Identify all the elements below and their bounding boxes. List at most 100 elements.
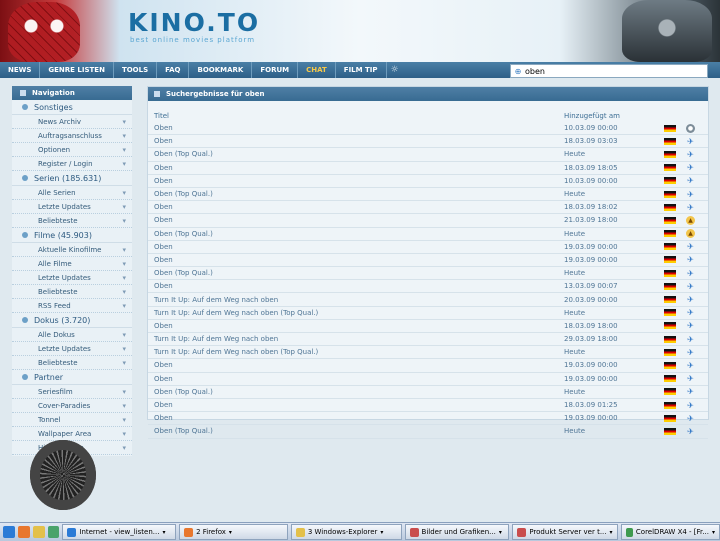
result-row[interactable]: Oben (Top Qual.) Heute ✈: [148, 188, 708, 202]
sidebar-item[interactable]: Optionen ▾: [12, 143, 132, 157]
sidebar-item[interactable]: Beliebteste ▾: [12, 285, 132, 299]
sidebar-item[interactable]: Letzte Updates ▾: [12, 271, 132, 285]
result-title-link[interactable]: Oben: [148, 322, 564, 330]
sidebar-section[interactable]: Filme (45.903): [12, 228, 132, 243]
sidebar-item[interactable]: Alle Serien ▾: [12, 186, 132, 200]
result-title-link[interactable]: Oben: [148, 203, 564, 211]
nav-forum[interactable]: FORUM: [252, 62, 299, 78]
result-title-link[interactable]: Turn It Up: Auf dem Weg nach oben (Top Q…: [148, 348, 564, 356]
result-row[interactable]: Oben 19.03.09 00:00 ✈: [148, 359, 708, 373]
result-row[interactable]: Oben 13.03.09 00:07 ✈: [148, 280, 708, 294]
result-title-link[interactable]: Oben: [148, 216, 564, 224]
result-title-link[interactable]: Oben: [148, 256, 564, 264]
sidebar-section[interactable]: Dokus (3.720): [12, 313, 132, 328]
result-row[interactable]: Oben (Top Qual.) Heute ✈: [148, 425, 708, 439]
bullet-icon: [22, 232, 28, 238]
search-box[interactable]: ⊕ oben: [510, 64, 708, 78]
result-title-link[interactable]: Oben (Top Qual.): [148, 269, 564, 277]
result-title-link[interactable]: Oben: [148, 375, 564, 383]
result-title-link[interactable]: Oben (Top Qual.): [148, 190, 564, 198]
taskbar-button[interactable]: Internet - view_listen... ▾: [62, 524, 177, 540]
result-row[interactable]: Oben 21.03.09 18:00 ▲: [148, 214, 708, 228]
sidebar-section[interactable]: Serien (185.631): [12, 171, 132, 186]
sidebar: Navigation Sonstiges News Archiv ▾ Auftrags…: [12, 86, 132, 456]
result-row[interactable]: Oben 18.03.09 18:02 ✈: [148, 201, 708, 215]
result-title-link[interactable]: Oben: [148, 124, 564, 132]
result-row[interactable]: Oben (Top Qual.) Heute ✈: [148, 267, 708, 281]
sidebar-item[interactable]: Auftragsanschluss ▾: [12, 129, 132, 143]
result-row[interactable]: Oben 19.03.09 00:00 ✈: [148, 412, 708, 426]
nav-genre-listen[interactable]: GENRE LISTEN: [40, 62, 114, 78]
sidebar-item[interactable]: Letzte Updates ▾: [12, 200, 132, 214]
sidebar-item[interactable]: Wallpaper Area ▾: [12, 427, 132, 441]
taskbar-button[interactable]: Bilder und Grafiken... ▾: [404, 524, 510, 540]
sidebar-item[interactable]: Aktuelle Kinofilme ▾: [12, 243, 132, 257]
sidebar-item[interactable]: RSS Feed ▾: [12, 299, 132, 313]
result-title-link[interactable]: Oben: [148, 137, 564, 145]
result-row[interactable]: Turn It Up: Auf dem Weg nach oben 29.03.0…: [148, 333, 708, 347]
result-row[interactable]: Oben 19.03.09 00:00 ✈: [148, 254, 708, 268]
column-title[interactable]: Titel: [148, 112, 564, 120]
nav-chat[interactable]: CHAT: [298, 62, 336, 78]
result-title-link[interactable]: Oben (Top Qual.): [148, 150, 564, 158]
result-row[interactable]: Oben 18.03.09 18:00 ✈: [148, 320, 708, 333]
sidebar-item[interactable]: Beliebteste ▾: [12, 214, 132, 228]
result-title-link[interactable]: Oben: [148, 414, 564, 422]
taskbar-button[interactable]: 2 Firefox ▾: [179, 524, 288, 540]
result-title-link[interactable]: Turn It Up: Auf dem Weg nach oben: [148, 335, 564, 343]
taskbar-button[interactable]: 3 Windows-Explorer ▾: [290, 524, 402, 540]
chevron-down-icon: ▾: [122, 245, 126, 254]
result-title-link[interactable]: Oben: [148, 282, 564, 290]
result-title-link[interactable]: Oben: [148, 401, 564, 409]
desktop-quicklaunch-icon[interactable]: [47, 526, 60, 538]
result-row[interactable]: Oben (Top Qual.) Heute ✈: [148, 148, 708, 162]
sidebar-item[interactable]: News Archiv ▾: [12, 115, 132, 129]
result-row[interactable]: Turn It Up: Auf dem Weg nach oben 20.03.0…: [148, 293, 708, 307]
sidebar-item[interactable]: Register / Login ▾: [12, 157, 132, 171]
sidebar-item[interactable]: Letzte Updates ▾: [12, 342, 132, 356]
nav-tools[interactable]: TOOLS: [114, 62, 158, 78]
sidebar-item[interactable]: Alle Filme ▾: [12, 257, 132, 271]
sidebar-section[interactable]: Sonstiges: [12, 100, 132, 115]
nav-faq[interactable]: FAQ: [157, 62, 190, 78]
result-title-link[interactable]: Oben: [148, 361, 564, 369]
taskbar-button[interactable]: Produkt Server ver t... ▾: [512, 524, 619, 540]
result-row[interactable]: Oben 18.03.09 18:05 ✈: [148, 162, 708, 175]
result-title-link[interactable]: Oben (Top Qual.): [148, 388, 564, 396]
result-title-link[interactable]: Oben (Top Qual.): [148, 427, 564, 435]
app-icon: [67, 527, 77, 537]
nav-news[interactable]: NEWS: [0, 62, 41, 78]
sidebar-item[interactable]: Tonnel ▾: [12, 413, 132, 427]
ie-quicklaunch-icon[interactable]: [3, 526, 15, 538]
taskbar-button[interactable]: CorelDRAW X4 - [Fr... ▾: [621, 524, 720, 540]
nav-film-tip[interactable]: FILM TIP: [336, 62, 387, 78]
result-title-link[interactable]: Oben: [148, 243, 564, 251]
result-row[interactable]: Oben 10.03.09 00:00 ●: [148, 122, 708, 136]
sidebar-item[interactable]: Seriesfilm ▾: [12, 385, 132, 399]
result-row[interactable]: Oben (Top Qual.) Heute ✈: [148, 386, 708, 399]
result-title-link[interactable]: Turn It Up: Auf dem Weg nach oben (Top Q…: [148, 309, 564, 317]
result-title-link[interactable]: Oben (Top Qual.): [148, 230, 564, 238]
result-row[interactable]: Oben (Top Qual.) Heute ▲: [148, 228, 708, 241]
result-row[interactable]: Oben 10.03.09 00:00 ✈: [148, 175, 708, 188]
result-title-link[interactable]: Oben: [148, 164, 564, 172]
result-row[interactable]: Oben 18.03.09 03:03 ✈: [148, 135, 708, 149]
column-date[interactable]: Hinzugefügt am: [564, 112, 620, 120]
sidebar-item[interactable]: Beliebteste ▾: [12, 356, 132, 370]
firefox-quicklaunch-icon[interactable]: [17, 526, 30, 538]
sidebar-item[interactable]: Alle Dokus ▾: [12, 328, 132, 342]
sidebar-item[interactable]: Cover-Paradies ▾: [12, 399, 132, 413]
result-title-link[interactable]: Oben: [148, 177, 564, 185]
site-logo[interactable]: KINO.TO: [128, 8, 260, 37]
result-title-link[interactable]: Turn It Up: Auf dem Weg nach oben: [148, 296, 564, 304]
nav-bookmark[interactable]: BOOKMARK: [189, 62, 253, 78]
result-row[interactable]: Oben 19.03.09 00:00 ✈: [148, 373, 708, 386]
search-input[interactable]: oben: [525, 67, 545, 76]
folder-quicklaunch-icon[interactable]: [32, 526, 45, 538]
settings-icon[interactable]: ☼: [387, 65, 403, 75]
result-row[interactable]: Oben 19.03.09 00:00 ✈: [148, 241, 708, 254]
result-row[interactable]: Oben 18.03.09 01:25 ✈: [148, 399, 708, 413]
result-row[interactable]: Turn It Up: Auf dem Weg nach oben (Top Q…: [148, 307, 708, 320]
sidebar-section[interactable]: Partner: [12, 370, 132, 385]
result-row[interactable]: Turn It Up: Auf dem Weg nach oben (Top Q…: [148, 346, 708, 360]
